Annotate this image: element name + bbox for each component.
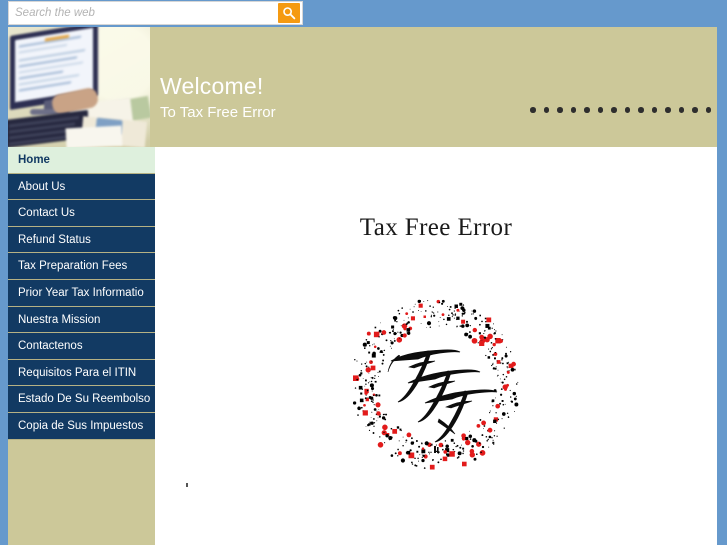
sidebar-item-label: Contact Us	[18, 207, 75, 220]
header-dot	[543, 107, 549, 113]
search-button[interactable]	[278, 3, 300, 23]
header-dot	[584, 107, 590, 113]
header-dot-decoration	[530, 105, 717, 115]
sidebar-item-copia-de-sus-impuestos[interactable]: Copia de Sus Impuestos	[8, 412, 155, 440]
sidebar-item-label: Home	[18, 154, 50, 166]
header-dot	[611, 107, 617, 113]
sidebar-item-contactenos[interactable]: Contactenos	[8, 333, 155, 360]
logo-graphic	[352, 299, 519, 470]
sidebar-item-prior-year-tax-informatio[interactable]: Prior Year Tax Informatio	[8, 279, 155, 307]
sidebar-item-label: Contactenos	[18, 340, 83, 353]
header-dot	[624, 107, 630, 113]
sidebar-item-estado-de-su-reembolso[interactable]: Estado De Su Reembolso	[8, 386, 155, 413]
header-dot	[597, 107, 603, 113]
header-photo	[8, 27, 150, 147]
header-dot	[638, 107, 644, 113]
header-dot	[665, 107, 671, 113]
search-box[interactable]	[8, 1, 303, 25]
page-title: Tax Free Error	[359, 214, 513, 241]
sidebar-item-label: Refund Status	[18, 233, 91, 246]
left-page-edge	[0, 27, 8, 545]
site-header: Welcome! To Tax Free Error	[8, 27, 717, 147]
header-dot	[570, 107, 576, 113]
header-dot	[692, 107, 698, 113]
sidebar-item-label: Nuestra Mission	[18, 313, 101, 326]
tax-free-error-monogram-logo	[347, 295, 525, 473]
sidebar-item-nuestra-mission[interactable]: Nuestra Mission	[8, 306, 155, 334]
page-body: Welcome! To Tax Free Error Home About Us C…	[8, 27, 717, 545]
sidebar-item-label: About Us	[18, 180, 66, 193]
header-dot	[530, 107, 536, 113]
sidebar-item-home[interactable]: Home	[8, 147, 155, 174]
sidebar-item-contact-us[interactable]: Contact Us	[8, 200, 155, 227]
sidebar-item-label: Tax Preparation Fees	[18, 260, 128, 273]
sidebar-item-label: Prior Year Tax Informatio	[18, 286, 144, 299]
sidebar-item-label: Requisitos Para el ITIN	[18, 366, 137, 379]
right-page-edge	[717, 27, 727, 545]
top-search-bar	[0, 0, 727, 27]
sidebar-item-about-us[interactable]: About Us	[8, 173, 155, 201]
sidebar-item-label: Estado De Su Reembolso	[18, 393, 151, 406]
welcome-title: Welcome!	[160, 73, 264, 99]
sidebar-navigation: Home About Us Contact Us Refund Status Tax P…	[8, 147, 155, 545]
search-input[interactable]	[9, 1, 278, 25]
stray-text-dot	[186, 483, 188, 487]
welcome-block: Welcome! To Tax Free Error	[160, 73, 276, 123]
search-icon	[283, 7, 296, 20]
sidebar-item-requisitos-para-el-itin[interactable]: Requisitos Para el ITIN	[8, 359, 155, 387]
header-dot	[705, 107, 711, 113]
main-content: Tax Free Error	[155, 147, 717, 545]
sidebar-item-tax-preparation-fees[interactable]: Tax Preparation Fees	[8, 253, 155, 280]
header-dot	[651, 107, 657, 113]
sidebar-item-refund-status[interactable]: Refund Status	[8, 226, 155, 254]
welcome-subtitle: To Tax Free Error	[160, 104, 276, 121]
sidebar-item-label: Copia de Sus Impuestos	[18, 419, 144, 432]
header-dot	[557, 107, 563, 113]
header-dot	[678, 107, 684, 113]
